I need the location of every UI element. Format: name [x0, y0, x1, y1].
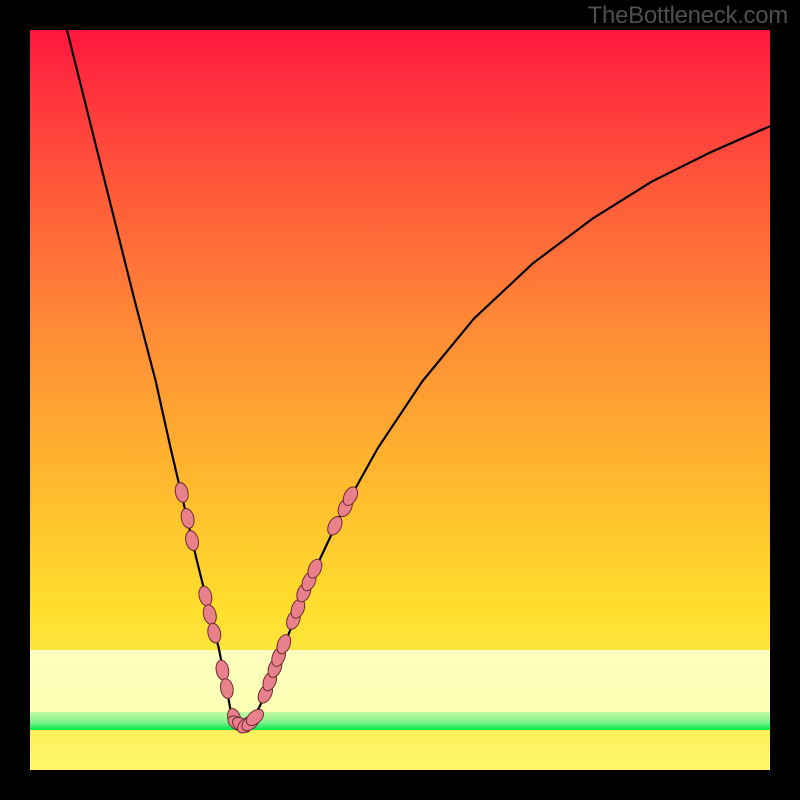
data-point — [201, 603, 218, 625]
data-point — [206, 622, 223, 644]
data-point — [214, 659, 230, 681]
data-point — [197, 585, 214, 607]
data-point — [179, 507, 196, 529]
watermark-text: TheBottleneck.com — [588, 2, 788, 30]
bottleneck-curve — [67, 30, 770, 725]
data-point — [184, 529, 201, 551]
chart-frame: TheBottleneck.com — [0, 0, 800, 800]
data-point — [219, 678, 235, 700]
plot-area — [30, 30, 770, 770]
data-point — [173, 481, 190, 503]
chart-svg — [30, 30, 770, 770]
data-point-markers — [173, 481, 360, 736]
data-point — [325, 514, 345, 537]
